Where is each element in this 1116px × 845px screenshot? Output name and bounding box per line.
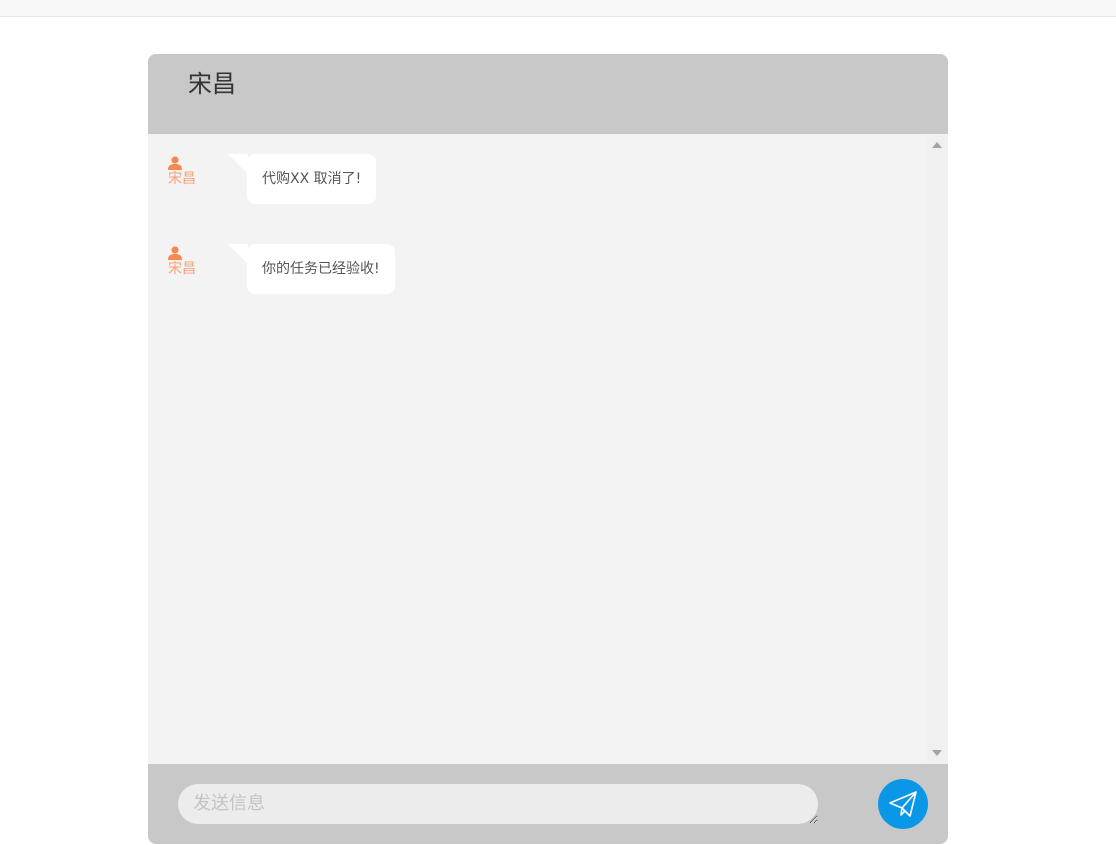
message-item: 宋昌 代购XX 取消了! xyxy=(148,154,908,214)
bubble-tail xyxy=(228,244,248,264)
browser-top-bar xyxy=(0,0,1116,17)
message-list[interactable]: 宋昌 代购XX 取消了! 宋昌 你的任务已经验收! xyxy=(148,134,948,764)
send-button[interactable] xyxy=(878,779,928,829)
chat-header: 宋昌 xyxy=(148,54,948,134)
message-input[interactable] xyxy=(178,784,818,824)
sender-name: 宋昌 xyxy=(168,171,196,187)
avatar: 宋昌 xyxy=(168,154,198,194)
chat-window: 宋昌 宋昌 代购XX 取消了! 宋昌 你的任务已经验收! 发送信息 xyxy=(148,54,948,844)
paper-plane-icon xyxy=(889,791,917,817)
message-bubble: 你的任务已经验收! xyxy=(247,244,395,294)
message-item: 宋昌 你的任务已经验收! xyxy=(148,244,908,304)
chat-title: 宋昌 xyxy=(188,70,236,98)
message-bubble: 代购XX 取消了! xyxy=(247,154,377,204)
scroll-down-arrow-icon[interactable] xyxy=(932,750,942,756)
scroll-up-arrow-icon[interactable] xyxy=(932,142,942,148)
scrollbar[interactable] xyxy=(927,134,948,764)
avatar: 宋昌 xyxy=(168,244,198,284)
user-icon xyxy=(168,156,182,170)
sender-name: 宋昌 xyxy=(168,261,196,277)
bubble-tail xyxy=(228,154,248,174)
composer-bar xyxy=(148,764,948,844)
user-icon xyxy=(168,246,182,260)
